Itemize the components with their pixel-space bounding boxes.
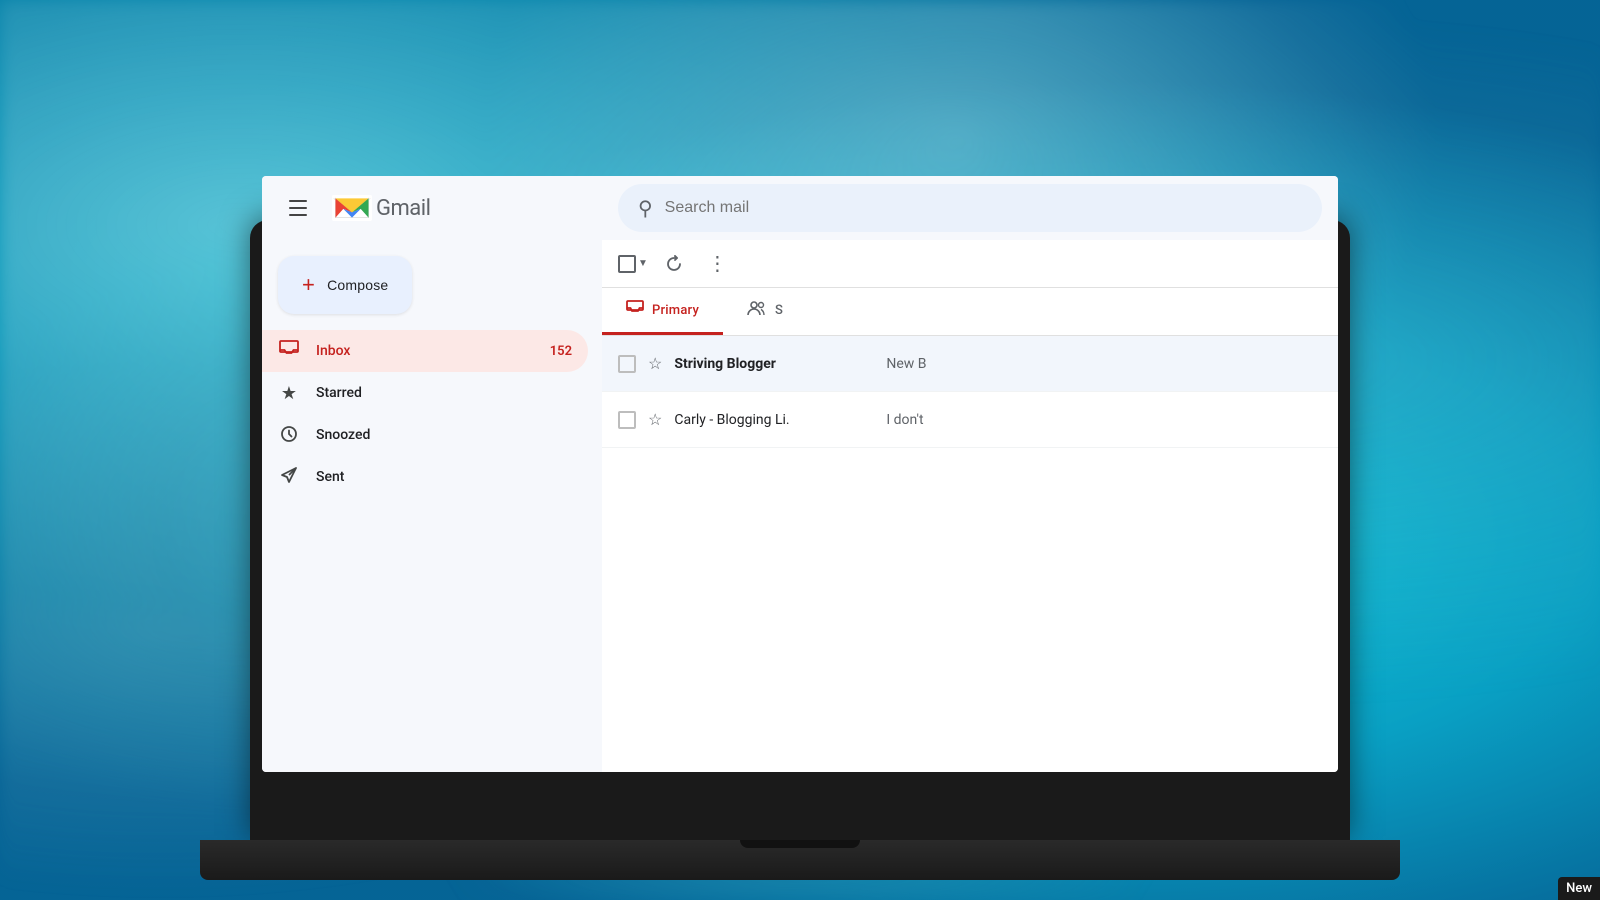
gmail-m-icon	[332, 193, 372, 223]
select-all-checkbox[interactable]: ▼	[618, 255, 648, 273]
checkbox-dropdown-icon[interactable]: ▼	[638, 258, 648, 269]
more-button[interactable]: ⋮	[700, 246, 736, 282]
starred-label: Starred	[316, 385, 572, 401]
tab-social[interactable]: S	[723, 288, 807, 335]
search-icon: ⚲	[638, 196, 653, 220]
sidebar-item-sent[interactable]: Sent	[262, 456, 588, 498]
tab-primary[interactable]: Primary	[602, 288, 723, 335]
email-preview-2: I don't	[886, 412, 1322, 428]
gmail-main: + Compose Inbox 152	[262, 240, 1338, 772]
gmail-screen: Gmail ⚲ + Compose	[262, 176, 1338, 772]
sidebar-item-starred[interactable]: ★ Starred	[262, 372, 588, 414]
star-icon: ★	[278, 383, 300, 404]
email-checkbox-1[interactable]	[618, 355, 636, 373]
sent-label: Sent	[316, 469, 572, 485]
inbox-icon	[278, 340, 300, 363]
email-toolbar: ▼ ⋮	[602, 240, 1338, 288]
email-tabs: Primary	[602, 288, 1338, 336]
email-list: ☆ Striving Blogger New B ☆ Carly - Blogg…	[602, 336, 1338, 772]
email-preview-1: New B	[886, 356, 1322, 372]
email-checkbox-2[interactable]	[618, 411, 636, 429]
refresh-icon	[665, 255, 683, 273]
compose-plus-icon: +	[302, 274, 315, 296]
sidebar-item-inbox[interactable]: Inbox 152	[262, 330, 588, 372]
primary-tab-label: Primary	[652, 303, 699, 318]
search-bar[interactable]: ⚲	[618, 184, 1322, 232]
email-sender-2: Carly - Blogging Li.	[674, 412, 874, 428]
checkbox-square[interactable]	[618, 255, 636, 273]
snoozed-icon	[278, 424, 300, 447]
search-input[interactable]	[665, 199, 1302, 217]
laptop-base	[200, 840, 1400, 880]
refresh-button[interactable]	[656, 246, 692, 282]
menu-button[interactable]	[278, 188, 318, 228]
laptop-frame: Gmail ⚲ + Compose	[250, 220, 1350, 840]
new-badge: New	[1558, 877, 1600, 900]
inbox-label: Inbox	[316, 343, 534, 359]
laptop: Gmail ⚲ + Compose	[250, 220, 1350, 900]
star-button-2[interactable]: ☆	[648, 410, 662, 429]
gmail-logo: Gmail	[332, 193, 430, 223]
sidebar-item-snoozed[interactable]: Snoozed	[262, 414, 588, 456]
snoozed-label: Snoozed	[316, 427, 572, 443]
compose-button[interactable]: + Compose	[278, 256, 412, 314]
social-tab-label: S	[775, 303, 783, 318]
email-row[interactable]: ☆ Carly - Blogging Li. I don't	[602, 392, 1338, 448]
more-icon: ⋮	[707, 251, 728, 276]
email-area: ▼ ⋮	[602, 240, 1338, 772]
gmail-header: Gmail ⚲	[262, 176, 1338, 240]
compose-label: Compose	[327, 277, 388, 293]
laptop-hinge	[740, 840, 860, 848]
primary-tab-icon	[626, 300, 644, 320]
social-tab-icon	[747, 300, 767, 320]
sent-icon	[278, 466, 300, 489]
inbox-count: 152	[550, 344, 572, 359]
gmail-label: Gmail	[376, 196, 430, 221]
header-left: Gmail	[278, 188, 618, 228]
sidebar: + Compose Inbox 152	[262, 240, 602, 772]
email-row[interactable]: ☆ Striving Blogger New B	[602, 336, 1338, 392]
star-button-1[interactable]: ☆	[648, 354, 662, 373]
email-sender-1: Striving Blogger	[674, 356, 874, 372]
hamburger-icon	[289, 200, 307, 216]
